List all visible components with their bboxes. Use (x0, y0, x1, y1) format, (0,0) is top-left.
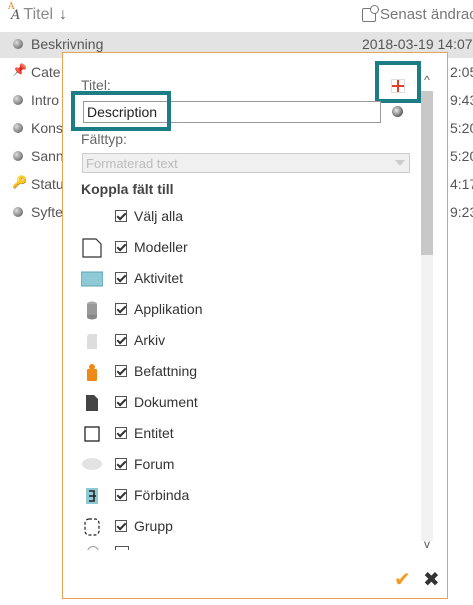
archive-icon (87, 334, 97, 349)
list-item[interactable]: Applikation (79, 298, 409, 324)
row-name: Syfte (31, 204, 63, 220)
list-item[interactable]: Modeller (79, 236, 409, 262)
item-label: Forum (134, 456, 175, 472)
modified-column-header[interactable]: Senast ändrad (362, 4, 473, 23)
group-icon (84, 518, 100, 536)
circle-icon (13, 207, 23, 217)
circle-icon (13, 39, 23, 49)
model-icon (82, 238, 102, 258)
list-item[interactable]: Förbinda (79, 484, 409, 510)
globe-icon[interactable] (392, 106, 403, 117)
row-name: Intro (31, 92, 60, 108)
scroll-up-button[interactable]: ^ (419, 73, 435, 89)
connect-section-title: Koppla fält till (81, 181, 174, 197)
checkbox[interactable] (115, 458, 127, 470)
list-item[interactable]: Arkiv (79, 329, 409, 355)
document-icon (86, 395, 98, 411)
row-name: Sann (31, 148, 64, 164)
item-label: Grupp (134, 518, 173, 534)
scroll-down-button[interactable]: v (419, 537, 435, 553)
application-icon (87, 301, 97, 320)
item-label: Modeller (134, 239, 188, 255)
highlight-box (71, 91, 171, 131)
row-date: 2018-03-19 14:07 (362, 36, 473, 52)
row-date: 2:05 (450, 64, 473, 80)
title-column-header[interactable]: AA Titel ↓ (8, 1, 68, 24)
close-button[interactable]: ✖ (423, 567, 440, 592)
pin-icon: 📌 (12, 63, 27, 77)
entity-icon (84, 426, 100, 442)
item-label: Entitet (134, 425, 174, 441)
text-type-icon: AA (8, 1, 21, 23)
checkbox[interactable] (115, 427, 127, 439)
position-icon (87, 364, 97, 381)
list-item[interactable]: Aktivitet (79, 267, 409, 293)
list-item[interactable]: Dokument (79, 391, 409, 417)
chevron-down-icon (395, 160, 405, 166)
item-label: Arkiv (134, 332, 166, 348)
row-date: 5:20 (450, 148, 473, 164)
item-label: Aktivitet (134, 270, 184, 286)
item-label: Befattning (134, 363, 198, 379)
checkbox[interactable] (115, 272, 127, 284)
highlight-box (375, 61, 421, 103)
scrollbar-thumb[interactable] (421, 91, 433, 255)
list-item[interactable]: Befattning (79, 360, 409, 386)
row-name: Cate (31, 64, 61, 80)
field-type-select[interactable]: Formaterad text (82, 153, 410, 173)
list-item[interactable]: Entitet (79, 422, 409, 448)
row-name: Statu (31, 176, 64, 192)
list-item-partial (79, 546, 409, 550)
checkbox[interactable] (115, 396, 127, 408)
checkbox[interactable] (115, 365, 127, 377)
checkbox[interactable] (115, 210, 127, 222)
item-label: Förbinda (134, 487, 190, 503)
confirm-button[interactable]: ✔ (394, 567, 411, 592)
circle-icon (13, 151, 23, 161)
list-header: AA Titel ↓ Senast ändrad (0, 0, 473, 32)
row-date: 4:17 (450, 176, 473, 192)
item-label: Dokument (134, 394, 198, 410)
checkbox[interactable] (115, 241, 127, 253)
checkbox[interactable] (115, 489, 127, 501)
calendar-clock-icon (362, 4, 379, 22)
list-item[interactable]: Forum (79, 453, 409, 479)
activity-icon (81, 271, 103, 287)
select-all-item[interactable]: Välj alla (79, 205, 409, 231)
sort-down-icon: ↓ (59, 6, 68, 23)
checkbox[interactable] (115, 520, 127, 532)
row-name: Kons (31, 120, 63, 136)
field-type-value: Formaterad text (86, 156, 178, 171)
key-icon: 🔑 (12, 175, 27, 189)
checkbox[interactable] (115, 303, 127, 315)
select-all-label: Välj alla (134, 208, 184, 224)
circle-icon (13, 123, 23, 133)
list-item[interactable]: Grupp (79, 515, 409, 541)
field-dialog: Titel: ^ v Fälttyp: Formaterad text Kopp… (62, 52, 448, 599)
row-date: 9:43 (450, 92, 473, 108)
row-date: 9:23 (450, 204, 473, 220)
modified-column-label: Senast ändrad (380, 6, 473, 23)
row-name: Beskrivning (31, 36, 104, 52)
title-column-label: Titel (23, 6, 54, 23)
row-date: 5:20 (450, 120, 473, 136)
field-type-label: Fälttyp: (81, 131, 127, 147)
forum-icon (82, 458, 102, 470)
checkbox[interactable] (115, 334, 127, 346)
circle-icon (13, 95, 23, 105)
item-label: Applikation (134, 301, 203, 317)
connect-icon (86, 488, 98, 504)
